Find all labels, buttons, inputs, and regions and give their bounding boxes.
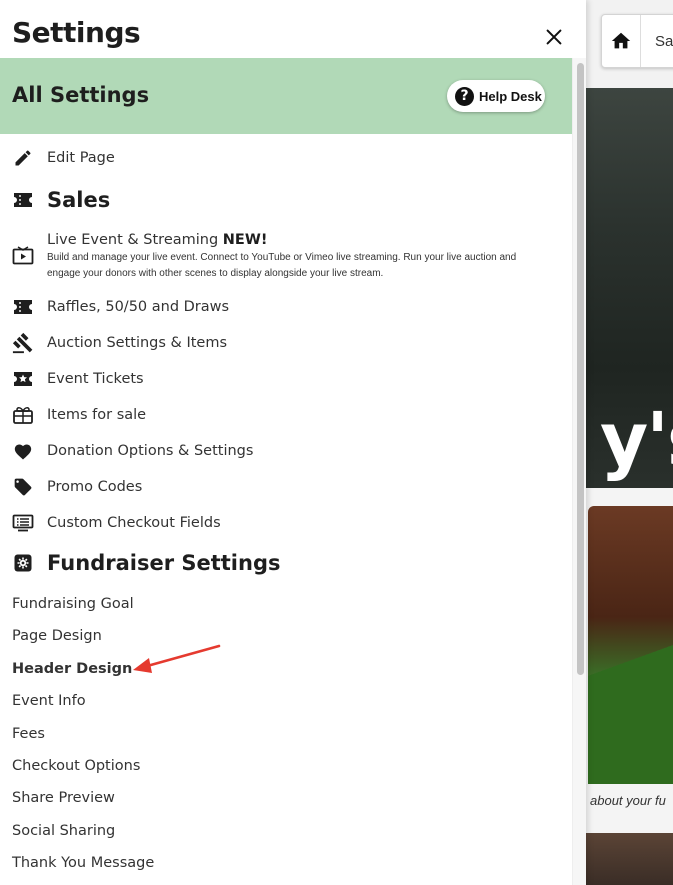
live-event-title: Live Event & Streaming NEW!: [47, 232, 547, 248]
menu-item-live-event[interactable]: Live Event & Streaming NEW! Build and ma…: [12, 232, 547, 282]
preview-toolbar: Save: [601, 14, 673, 68]
menu-item-raffles[interactable]: Raffles, 50/50 and Draws: [12, 296, 229, 318]
section-title: Fundraiser Settings: [47, 551, 281, 575]
link-fees[interactable]: Fees: [12, 726, 45, 742]
section-sales: Sales: [12, 188, 110, 212]
hero-image: y's: [586, 88, 673, 488]
help-desk-button[interactable]: ? Help Desk: [447, 80, 545, 112]
ticket-icon: [12, 296, 34, 318]
settings-panel: Settings All Settings ? Help Desk Edit P…: [0, 0, 586, 885]
menu-item-label: Edit Page: [47, 150, 115, 166]
menu-item-label: Raffles, 50/50 and Draws: [47, 299, 230, 315]
menu-item-label: Donation Options & Settings: [47, 443, 254, 459]
scrollbar-thumb[interactable]: [577, 63, 584, 675]
live-event-description: Build and manage your live event. Connec…: [47, 252, 517, 279]
section-fundraiser-settings: Fundraiser Settings: [12, 551, 281, 575]
card-caption: about your fu: [590, 793, 666, 808]
menu-item-label: Event Tickets: [47, 371, 144, 387]
preview-bottom-image: [586, 833, 673, 885]
save-button[interactable]: Save: [655, 33, 673, 50]
link-header-design[interactable]: Header Design: [12, 661, 132, 677]
link-social-sharing[interactable]: Social Sharing: [12, 823, 115, 839]
menu-item-label: Promo Codes: [47, 479, 143, 495]
menu-item-promo-codes[interactable]: Promo Codes: [12, 476, 142, 498]
menu-item-event-tickets[interactable]: Event Tickets: [12, 368, 144, 390]
section-title: Sales: [47, 188, 111, 212]
all-settings-banner: All Settings ? Help Desk: [0, 58, 572, 134]
ticket-icon: [12, 189, 34, 211]
hero-title: y's: [600, 397, 673, 483]
menu-item-label: Auction Settings & Items: [47, 335, 228, 351]
toolbar-divider: [640, 15, 641, 67]
menu-item-edit-page[interactable]: Edit Page: [12, 147, 115, 169]
close-icon[interactable]: [543, 26, 565, 48]
content-card: about your fu: [586, 488, 673, 833]
home-icon[interactable]: [610, 30, 632, 52]
menu-item-label: Items for sale: [47, 407, 147, 423]
gift-icon: [12, 404, 34, 426]
banner-title: All Settings: [12, 83, 150, 107]
pencil-icon: [12, 147, 34, 169]
panel-title: Settings: [12, 16, 141, 49]
menu-item-donation-options[interactable]: Donation Options & Settings: [12, 440, 253, 462]
gavel-icon: [12, 332, 34, 354]
menu-item-items-for-sale[interactable]: Items for sale: [12, 404, 146, 426]
link-thank-you-message[interactable]: Thank You Message: [12, 855, 154, 871]
new-badge: NEW!: [222, 232, 268, 248]
gear-icon: [12, 552, 34, 574]
star-ticket-icon: [12, 368, 34, 390]
annotation-arrow-icon: [133, 644, 221, 673]
link-fundraising-goal[interactable]: Fundraising Goal: [12, 596, 134, 612]
question-icon: ?: [455, 86, 474, 106]
link-checkout-options[interactable]: Checkout Options: [12, 758, 140, 774]
link-event-info[interactable]: Event Info: [12, 693, 86, 709]
scrollbar[interactable]: [572, 58, 586, 885]
link-share-preview[interactable]: Share Preview: [12, 790, 115, 806]
food-photo: [588, 506, 673, 784]
form-icon: [12, 512, 34, 534]
menu-item-auction[interactable]: Auction Settings & Items: [12, 332, 227, 354]
link-page-design[interactable]: Page Design: [12, 628, 102, 644]
video-play-icon: [12, 246, 34, 268]
help-desk-label: Help Desk: [479, 88, 542, 104]
page-preview: Save y's about your fu: [586, 0, 673, 885]
menu-item-label: Custom Checkout Fields: [47, 515, 221, 531]
heart-icon: [12, 440, 34, 462]
menu-item-custom-checkout[interactable]: Custom Checkout Fields: [12, 512, 221, 534]
tag-icon: [12, 476, 34, 498]
live-event-label: Live Event & Streaming: [47, 232, 219, 248]
